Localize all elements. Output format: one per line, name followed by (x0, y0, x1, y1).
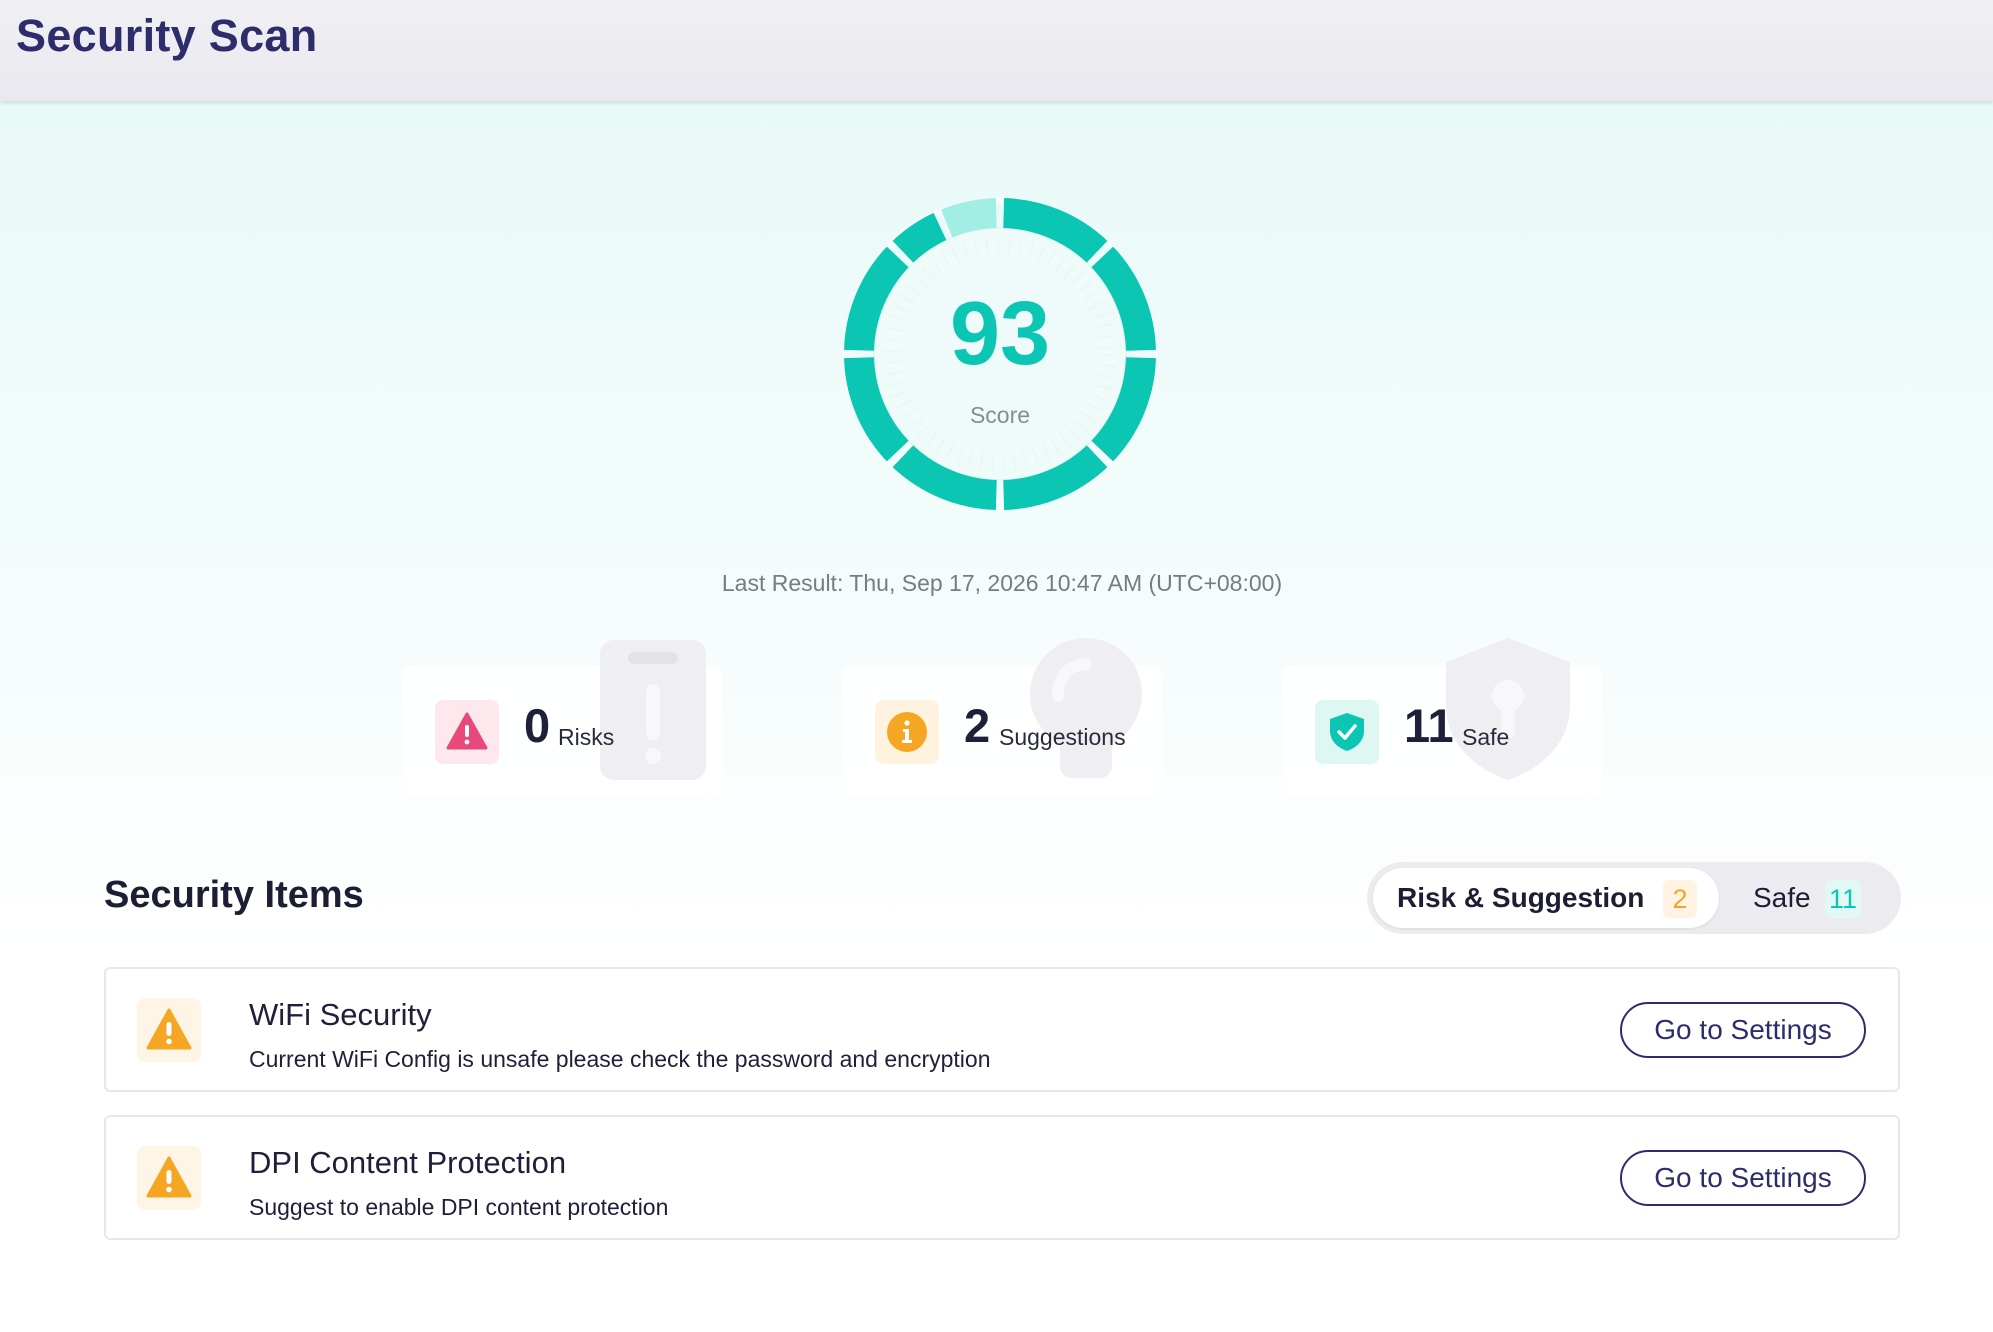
security-items-tabs: Risk & Suggestion 2 Safe 11 (1367, 862, 1901, 934)
shield-check-icon (1330, 713, 1364, 751)
score-value: 93 (949, 284, 1051, 384)
warning-triangle-icon (146, 1156, 192, 1198)
security-items-title: Security Items (104, 874, 364, 916)
item-title: DPI Content Protection (249, 1145, 567, 1180)
risks-card: 0 Risks (402, 640, 722, 798)
safe-count: 11 (1404, 699, 1454, 752)
score-ring-segment-empty (941, 198, 998, 238)
warning-triangle-icon (446, 712, 488, 750)
risks-label: Risks (558, 724, 615, 750)
lightbulb-watermark-icon (1030, 638, 1142, 778)
top-bar: Security Scan (0, 0, 1993, 101)
suggestions-count: 2 (964, 699, 991, 752)
list-item-wifi-security: WiFi Security Current WiFi Config is uns… (104, 967, 1900, 1092)
tab-count-badge: 2 (1663, 880, 1697, 918)
tab-safe[interactable]: Safe 11 (1727, 868, 1893, 928)
tab-risk-and-suggestion[interactable]: Risk & Suggestion 2 (1373, 868, 1719, 928)
item-description: Suggest to enable DPI content protection (249, 1194, 669, 1220)
page-title: Security Scan (16, 10, 318, 61)
tab-label: Safe (1753, 882, 1811, 913)
suggestions-icon-box (875, 700, 939, 764)
risks-icon-box (435, 700, 499, 764)
list-item-dpi-content-protection: DPI Content Protection Suggest to enable… (104, 1115, 1900, 1240)
item-description: Current WiFi Config is unsafe please che… (249, 1046, 991, 1072)
risks-count: 0 (524, 699, 551, 752)
last-result-timestamp: Last Result: Thu, Sep 17, 2026 10:47 AM … (721, 570, 1283, 596)
warning-triangle-icon (146, 1008, 192, 1050)
safe-label: Safe (1462, 724, 1510, 750)
suggestions-card: 2 Suggestions (842, 638, 1162, 798)
security-scan-page: Security Scan 93 Score Last Result: Thu,… (0, 0, 1993, 1332)
info-circle-icon (887, 712, 927, 752)
shield-keyhole-watermark-icon (1446, 638, 1570, 780)
item-icon-box (137, 998, 201, 1062)
suggestions-label: Suggestions (999, 724, 1126, 750)
tab-label: Risk & Suggestion (1397, 882, 1645, 913)
go-to-settings-button[interactable]: Go to Settings (1620, 1150, 1866, 1206)
clipboard-alert-watermark-icon (600, 640, 706, 780)
item-icon-box (137, 1146, 201, 1210)
score-label: Score (969, 402, 1031, 428)
safe-icon-box (1315, 700, 1379, 764)
item-title: WiFi Security (249, 997, 432, 1032)
tab-count-badge: 11 (1825, 880, 1862, 918)
score-dial: 93 Score (840, 194, 1160, 514)
go-to-settings-button[interactable]: Go to Settings (1620, 1002, 1866, 1058)
safe-card: 11 Safe (1282, 638, 1602, 798)
